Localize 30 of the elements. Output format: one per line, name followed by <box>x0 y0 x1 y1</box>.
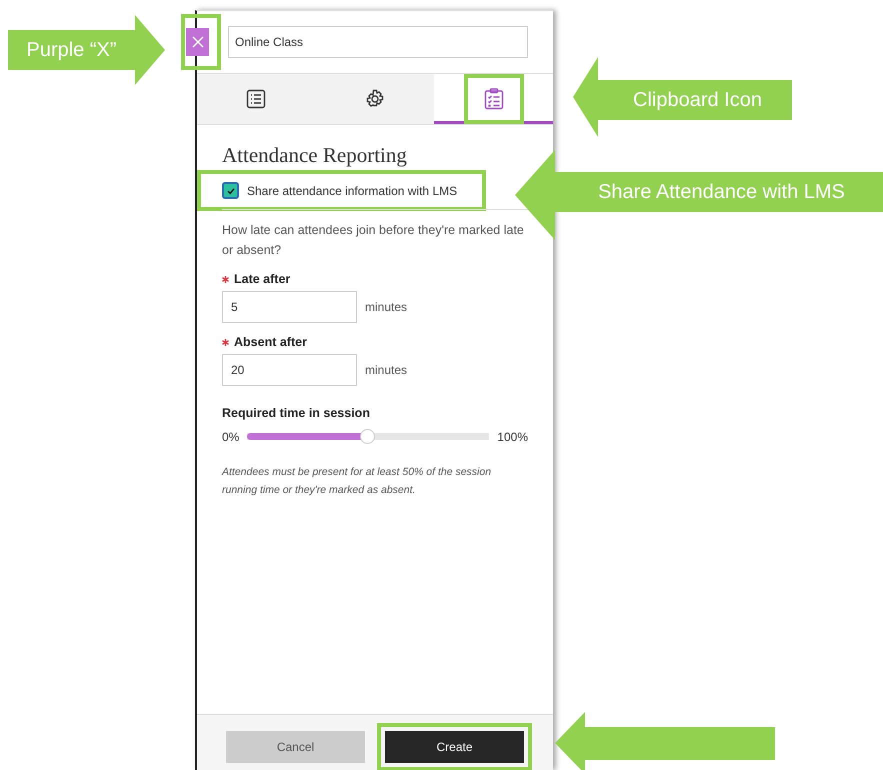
help-note: Attendees must be present for at least 50% of the session running time or they're marked as absent. <box>222 465 492 498</box>
callout-label: Purple “X” <box>25 38 118 62</box>
check-icon <box>226 186 236 196</box>
checkbox-label: Share attendance information with LMS <box>247 184 458 198</box>
unit-label: minutes <box>365 363 408 377</box>
slider-thumb[interactable] <box>360 429 376 444</box>
field-label: Late after <box>234 272 290 286</box>
cancel-button[interactable]: Cancel <box>226 730 365 762</box>
close-button[interactable] <box>186 28 209 56</box>
checkbox[interactable] <box>222 182 239 199</box>
intro-text: How late can attendees join before they're marked late or absent? <box>222 222 525 259</box>
unit-label: minutes <box>365 300 408 314</box>
gear-icon <box>365 88 385 108</box>
field-label: Absent after <box>234 335 307 349</box>
max-label: 100% <box>497 430 528 444</box>
tab[interactable] <box>316 74 434 124</box>
close-icon <box>192 36 204 48</box>
number-field[interactable]: 5 <box>222 291 357 323</box>
min-label: 0% <box>222 430 240 444</box>
callout-label: Share Attendance with LMS <box>597 180 846 204</box>
number-field[interactable]: 20 <box>222 354 357 386</box>
tab[interactable] <box>197 74 316 124</box>
section-heading: Attendance Reporting <box>222 143 408 168</box>
tab[interactable] <box>434 74 554 124</box>
list-icon <box>246 88 266 108</box>
callout-label: Clipboard Icon <box>632 88 763 112</box>
slider-label: Required time in session <box>222 406 371 420</box>
title-field[interactable]: Online Class <box>228 26 528 58</box>
create-button[interactable]: Create <box>385 730 524 762</box>
clipboard-icon <box>484 88 504 110</box>
